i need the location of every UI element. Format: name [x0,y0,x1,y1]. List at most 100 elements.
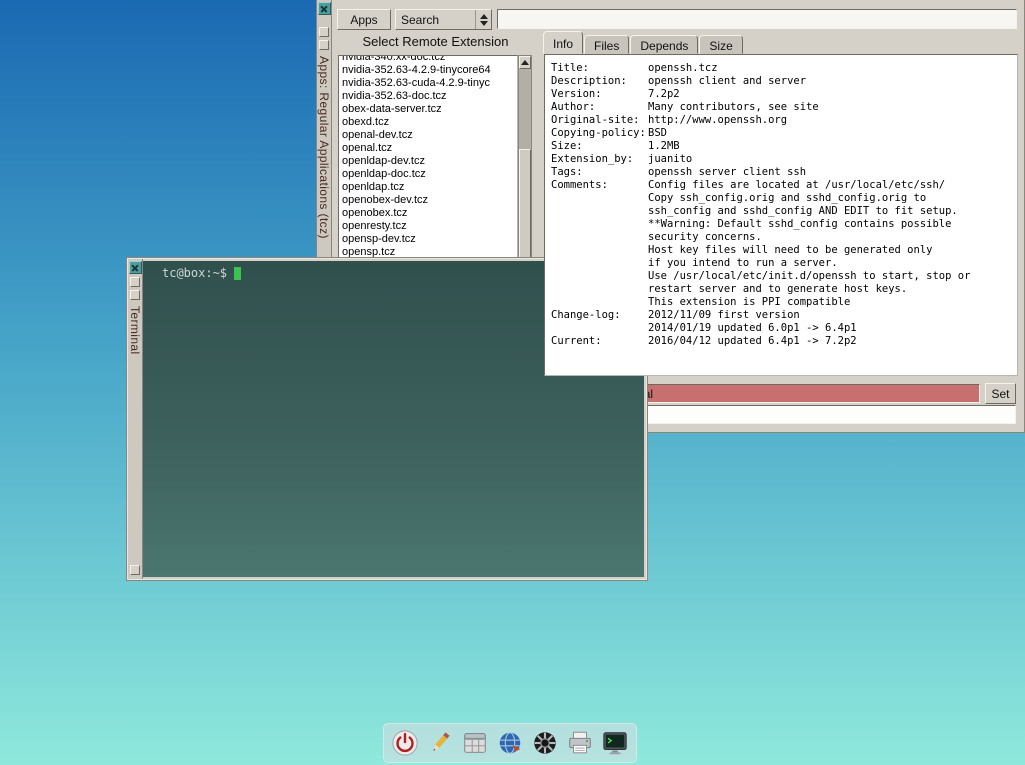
info-panel-content: Title:openssh.tczDescription:openssh cli… [545,55,1017,355]
info-label: Size: [551,140,648,153]
info-label: Description: [551,75,648,88]
search-input[interactable] [497,9,1017,29]
list-item[interactable]: nvidia-340.xx-doc.tcz [339,55,517,64]
list-item[interactable]: openobex.tcz [339,207,517,220]
scroll-up-icon [521,60,529,65]
info-row: Version:7.2p2 [551,88,1011,101]
dock-item-power[interactable] [390,728,420,758]
vertical-scroll-thumb[interactable] [519,149,531,269]
terminal-iconify-button[interactable] [130,290,140,300]
list-item[interactable]: nvidia-352.63-4.2.9-tinycore64 [339,64,517,77]
browser-globe-icon [496,729,524,757]
set-button[interactable]: Set [985,383,1016,404]
info-value: http://www.openssh.org [648,114,1011,127]
scroll-up-button[interactable] [519,56,531,69]
info-value: 1.2MB [648,140,1011,153]
info-label: Author: [551,101,648,114]
stepper-arrows-icon[interactable] [475,10,491,29]
info-value: openssh server client ssh [648,166,1011,179]
info-label: Version: [551,88,648,101]
info-label: Change-log: [551,309,648,335]
apps-window-title-vertical: Apps: Regular Applications (tcz) [317,56,331,239]
info-value: Many contributors, see site [648,101,1011,114]
info-label: Comments: [551,179,648,309]
dock-item-browser-globe[interactable] [495,728,525,758]
list-item[interactable]: openldap-dev.tcz [339,155,517,168]
dock-item-editor-pencil[interactable] [425,728,455,758]
info-value: 2016/04/12 updated 6.4p1 -> 7.2p2 [648,335,1011,348]
info-value: Config files are located at /usr/local/e… [648,179,1011,309]
info-label: Copying-policy: [551,127,648,140]
info-value: openssh client and server [648,75,1011,88]
list-item[interactable]: obexd.tcz [339,116,517,129]
info-row: Title:openssh.tcz [551,62,1011,75]
terminal-title-vertical: Terminal [128,306,142,355]
apps-menu-label: Apps [350,13,377,27]
list-item[interactable]: obex-data-server.tcz [339,103,517,116]
desktop: Apps: Regular Applications (tcz) Apps Se… [0,0,1025,765]
terminal-resize-handle[interactable] [130,565,140,575]
info-label: Original-site: [551,114,648,127]
set-button-label: Set [991,387,1009,401]
list-item[interactable]: openal.tcz [339,142,517,155]
search-mode-value: Search [396,10,475,29]
apps-shade-button[interactable] [319,27,329,37]
info-row: Current:2016/04/12 updated 6.4p1 -> 7.2p… [551,335,1011,348]
dock-item-terminal[interactable] [600,728,630,758]
info-row: Size:1.2MB [551,140,1011,153]
list-item[interactable]: openal-dev.tcz [339,129,517,142]
tab-files[interactable]: Files [584,35,629,54]
control-wheel-icon [531,729,559,757]
info-label: Title: [551,62,648,75]
list-item[interactable]: openldap-doc.tcz [339,168,517,181]
info-row: Original-site:http://www.openssh.org [551,114,1011,127]
info-row: Copying-policy:BSD [551,127,1011,140]
info-value: 7.2p2 [648,88,1011,101]
info-label: Tags: [551,166,648,179]
dock [383,723,637,763]
info-row: Comments:Config files are located at /us… [551,179,1011,309]
tab-size[interactable]: Size [699,35,742,54]
info-row: Change-log:2012/11/09 first version2014/… [551,309,1011,335]
tab-depends[interactable]: Depends [630,35,698,54]
dock-item-printer[interactable] [565,728,595,758]
apps-menu-button[interactable]: Apps [337,9,391,30]
arrow-up-icon [480,14,488,19]
info-value: openssh.tcz [648,62,1011,75]
info-value: 2012/11/09 first version2014/01/19 updat… [648,309,1011,335]
info-panel: Title:openssh.tczDescription:openssh cli… [544,54,1018,376]
list-item[interactable]: nvidia-352.63-cuda-4.2.9-tinyc [339,77,517,90]
power-icon [391,729,419,757]
terminal-titlebar[interactable]: Terminal [128,259,143,579]
apps-iconify-button[interactable] [319,40,329,50]
info-value: BSD [648,127,1011,140]
dock-item-control-wheel[interactable] [530,728,560,758]
apps-grid-icon [461,729,489,757]
terminal-prompt: tc@box:~$ [162,266,227,280]
list-item[interactable]: openresty.tcz [339,220,517,233]
search-mode-choice[interactable]: Search [395,9,492,30]
list-item[interactable]: openobex-dev.tcz [339,194,517,207]
close-icon [130,262,141,273]
terminal-close-button[interactable] [129,261,142,274]
list-item[interactable]: nvidia-352.63-doc.tcz [339,90,517,103]
info-value: juanito [648,153,1011,166]
info-row: Description:openssh client and server [551,75,1011,88]
terminal-shade-button[interactable] [130,277,140,287]
apps-close-button[interactable] [318,2,331,15]
list-item[interactable]: opensp-dev.tcz [339,233,517,246]
editor-pencil-icon [426,729,454,757]
terminal-icon [601,729,629,757]
select-remote-extension-heading: Select Remote Extension [337,34,534,49]
dock-item-apps-grid[interactable] [460,728,490,758]
info-row: Author:Many contributors, see site [551,101,1011,114]
info-row: Tags:openssh server client ssh [551,166,1011,179]
terminal-cursor [234,267,241,280]
info-label: Extension_by: [551,153,648,166]
list-item[interactable]: openldap.tcz [339,181,517,194]
tab-bar: InfoFilesDependsSize [543,31,744,54]
tab-info[interactable]: Info [543,31,583,54]
info-row: Extension_by:juanito [551,153,1011,166]
close-icon [319,3,330,14]
arrow-down-icon [480,21,488,26]
